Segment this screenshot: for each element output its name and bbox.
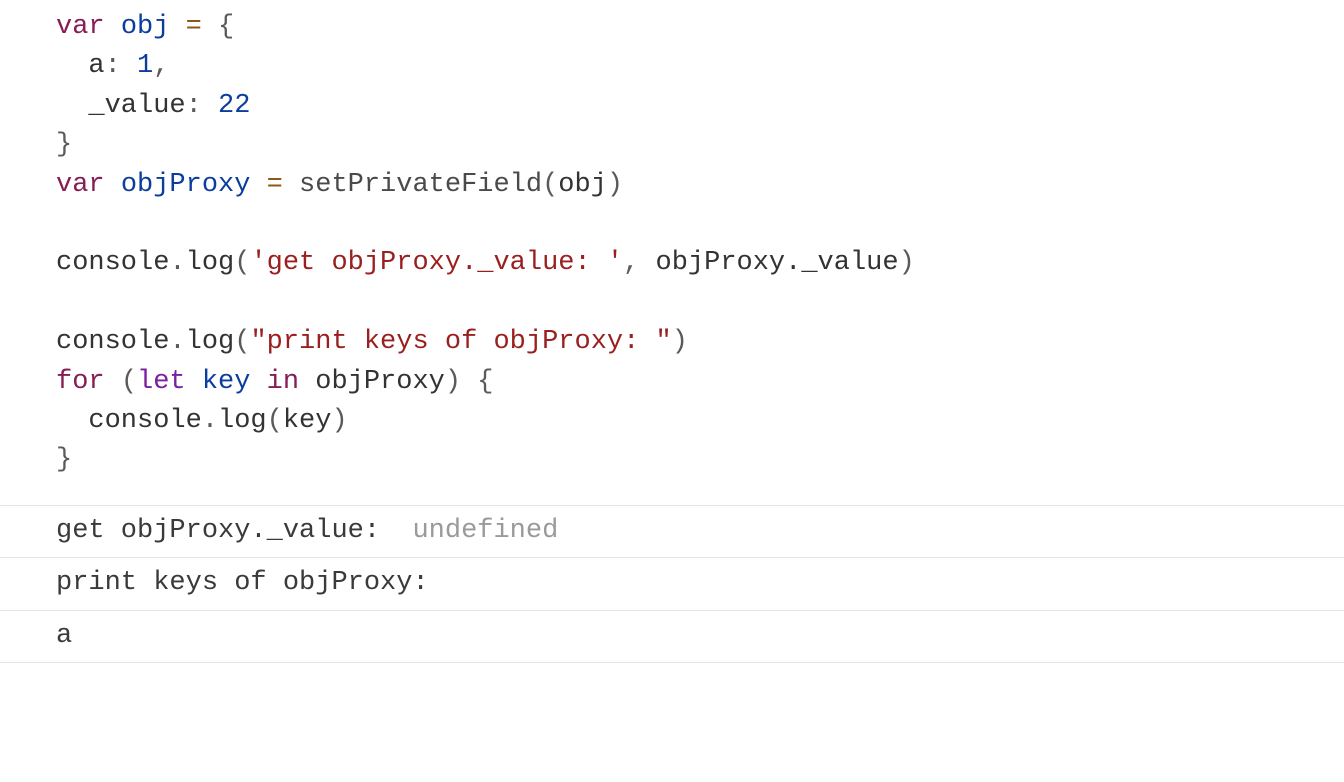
paren-close: )	[899, 248, 915, 278]
code-line-8-blank	[56, 284, 1344, 323]
code-line-3: _value: 22	[56, 87, 1344, 126]
console-obj: console	[56, 248, 169, 278]
code-line-7: console.log('get objProxy._value: ', obj…	[56, 244, 1344, 283]
string-print-keys: "print keys of objProxy: "	[250, 327, 671, 357]
keyword-var: var	[56, 170, 105, 200]
code-line-2: a: 1,	[56, 47, 1344, 86]
code-line-6-blank	[56, 205, 1344, 244]
code-editor[interactable]: var obj = { a: 1, _value: 22 } var objPr…	[0, 0, 1344, 491]
dot: .	[169, 248, 185, 278]
comma: ,	[153, 51, 169, 81]
prop-key-value: _value	[88, 91, 185, 121]
dot: .	[202, 406, 218, 436]
code-line-9: console.log("print keys of objProxy: ")	[56, 323, 1344, 362]
console-label: a	[56, 621, 72, 651]
identifier-objproxy: objProxy	[315, 367, 445, 397]
console-output: get objProxy._value: undefined print key…	[0, 505, 1344, 663]
keyword-let: let	[137, 367, 186, 397]
keyword-in: in	[267, 367, 299, 397]
console-label: get objProxy._value:	[56, 516, 412, 546]
paren-open: (	[234, 248, 250, 278]
console-row-2: print keys of objProxy:	[0, 558, 1344, 610]
keyword-for: for	[56, 367, 105, 397]
code-line-4: }	[56, 126, 1344, 165]
console-row-3: a	[0, 611, 1344, 663]
paren-open: (	[121, 367, 137, 397]
console-row-1: get objProxy._value: undefined	[0, 506, 1344, 558]
number-22: 22	[218, 91, 250, 121]
code-line-11: console.log(key)	[56, 402, 1344, 441]
colon: :	[186, 91, 202, 121]
prop-key-a: a	[88, 51, 104, 81]
brace-close: }	[56, 445, 72, 475]
identifier-key: key	[202, 367, 251, 397]
log-fn: log	[218, 406, 267, 436]
paren-close: )	[607, 170, 623, 200]
keyword-var: var	[56, 12, 105, 42]
console-value-undefined: undefined	[412, 516, 558, 546]
paren-close: )	[672, 327, 688, 357]
indent	[56, 91, 88, 121]
paren-close: )	[331, 406, 347, 436]
identifier-objproxy: objProxy	[121, 170, 251, 200]
equals: =	[186, 12, 202, 42]
code-line-12: }	[56, 441, 1344, 480]
brace-close: }	[56, 130, 72, 160]
brace-open: {	[477, 367, 493, 397]
console-label: print keys of objProxy:	[56, 568, 445, 598]
code-line-10: for (let key in objProxy) {	[56, 363, 1344, 402]
console-obj: console	[56, 327, 169, 357]
paren-open: (	[267, 406, 283, 436]
arg-key: key	[283, 406, 332, 436]
paren-open: (	[234, 327, 250, 357]
brace-open: {	[218, 12, 234, 42]
number-1: 1	[137, 51, 153, 81]
equals: =	[267, 170, 283, 200]
code-line-5: var objProxy = setPrivateField(obj)	[56, 166, 1344, 205]
log-fn: log	[186, 248, 235, 278]
colon: :	[105, 51, 121, 81]
log-fn: log	[186, 327, 235, 357]
expr-objproxy-value: objProxy._value	[656, 248, 899, 278]
indent	[56, 51, 88, 81]
paren-open: (	[542, 170, 558, 200]
comma: ,	[623, 248, 639, 278]
call-setprivatefield: setPrivateField	[299, 170, 542, 200]
indent	[56, 406, 88, 436]
paren-close: )	[445, 367, 461, 397]
console-obj: console	[88, 406, 201, 436]
code-line-1: var obj = {	[56, 8, 1344, 47]
arg-obj: obj	[558, 170, 607, 200]
string-get-value: 'get objProxy._value: '	[250, 248, 623, 278]
identifier-obj: obj	[121, 12, 170, 42]
dot: .	[169, 327, 185, 357]
space	[639, 248, 655, 278]
